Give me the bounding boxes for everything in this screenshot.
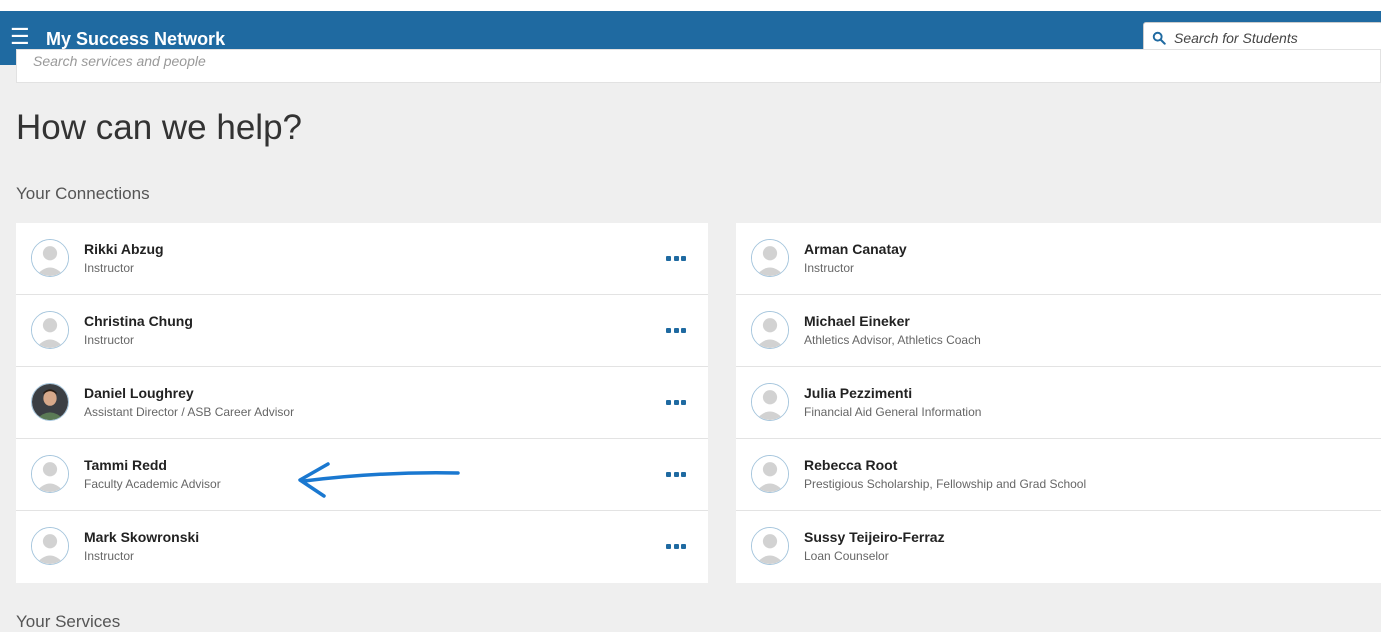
avatar [31, 383, 69, 421]
connections-card-right: Arman Canatay Instructor Michael Eineker At… [736, 223, 1381, 583]
page-title: How can we help? [16, 108, 302, 147]
avatar [751, 527, 789, 565]
avatar [31, 239, 69, 277]
connection-role: Loan Counselor [804, 549, 889, 563]
connection-role: Prestigious Scholarship, Fellowship and … [804, 477, 1087, 491]
connections-card-left: Rikki Abzug Instructor Christina Chung Inst… [16, 223, 708, 583]
app-title[interactable]: My Success Network [46, 29, 225, 50]
avatar [751, 455, 789, 493]
connection-row[interactable]: Rikki Abzug Instructor [16, 223, 708, 295]
connection-role: Athletics Advisor, Athletics Coach [804, 333, 981, 347]
connection-name[interactable]: Tammi Redd [84, 457, 167, 473]
avatar [31, 527, 69, 565]
connection-role: Assistant Director / ASB Career Advisor [84, 405, 295, 419]
connection-row[interactable]: Rebecca Root Prestigious Scholarship, Fel… [736, 439, 1381, 511]
connection-role: Instructor [84, 333, 135, 347]
connection-name[interactable]: Mark Skowronski [84, 529, 199, 545]
services-search-placeholder: Search services and people [33, 53, 206, 69]
connection-row[interactable]: Sussy Teijeiro-Ferraz Loan Counselor [736, 511, 1381, 583]
connection-name[interactable]: Michael Eineker [804, 313, 910, 329]
more-options-icon[interactable] [666, 397, 686, 407]
avatar [751, 311, 789, 349]
connection-row[interactable]: Christina Chung Instructor [16, 295, 708, 367]
connection-name[interactable]: Rebecca Root [804, 457, 897, 473]
connection-name[interactable]: Daniel Loughrey [84, 385, 194, 401]
connection-name[interactable]: Julia Pezzimenti [804, 385, 912, 401]
connection-row[interactable]: Mark Skowronski Instructor [16, 511, 708, 583]
connection-row[interactable]: Arman Canatay Instructor [736, 223, 1381, 295]
avatar [31, 455, 69, 493]
avatar [751, 383, 789, 421]
connections-heading: Your Connections [16, 184, 150, 203]
connection-name[interactable]: Rikki Abzug [84, 241, 164, 257]
connection-role: Instructor [84, 549, 135, 563]
connection-name[interactable]: Arman Canatay [804, 241, 907, 257]
more-options-icon[interactable] [666, 325, 686, 335]
more-options-icon[interactable] [666, 253, 686, 263]
more-options-icon[interactable] [666, 541, 686, 551]
connection-role: Instructor [804, 261, 855, 275]
connection-name[interactable]: Christina Chung [84, 313, 193, 329]
top-strip [0, 0, 1381, 11]
connection-role: Faculty Academic Advisor [84, 477, 221, 491]
connection-role: Financial Aid General Information [804, 405, 982, 419]
avatar [751, 239, 789, 277]
services-heading: Your Services [16, 612, 121, 631]
hamburger-icon[interactable]: ☰ [10, 25, 30, 49]
connection-row[interactable]: Daniel Loughrey Assistant Director / ASB … [16, 367, 708, 439]
connection-role: Instructor [84, 261, 135, 275]
more-options-icon[interactable] [666, 469, 686, 479]
avatar [31, 311, 69, 349]
connection-row[interactable]: Michael Eineker Athletics Advisor, Athlet… [736, 295, 1381, 367]
annotation-arrow [298, 462, 460, 498]
search-icon [1152, 31, 1166, 45]
connection-row[interactable]: Julia Pezzimenti Financial Aid General In… [736, 367, 1381, 439]
connection-name[interactable]: Sussy Teijeiro-Ferraz [804, 529, 945, 545]
services-search-input[interactable]: Search services and people [16, 49, 1381, 83]
student-search-input[interactable] [1172, 29, 1366, 47]
